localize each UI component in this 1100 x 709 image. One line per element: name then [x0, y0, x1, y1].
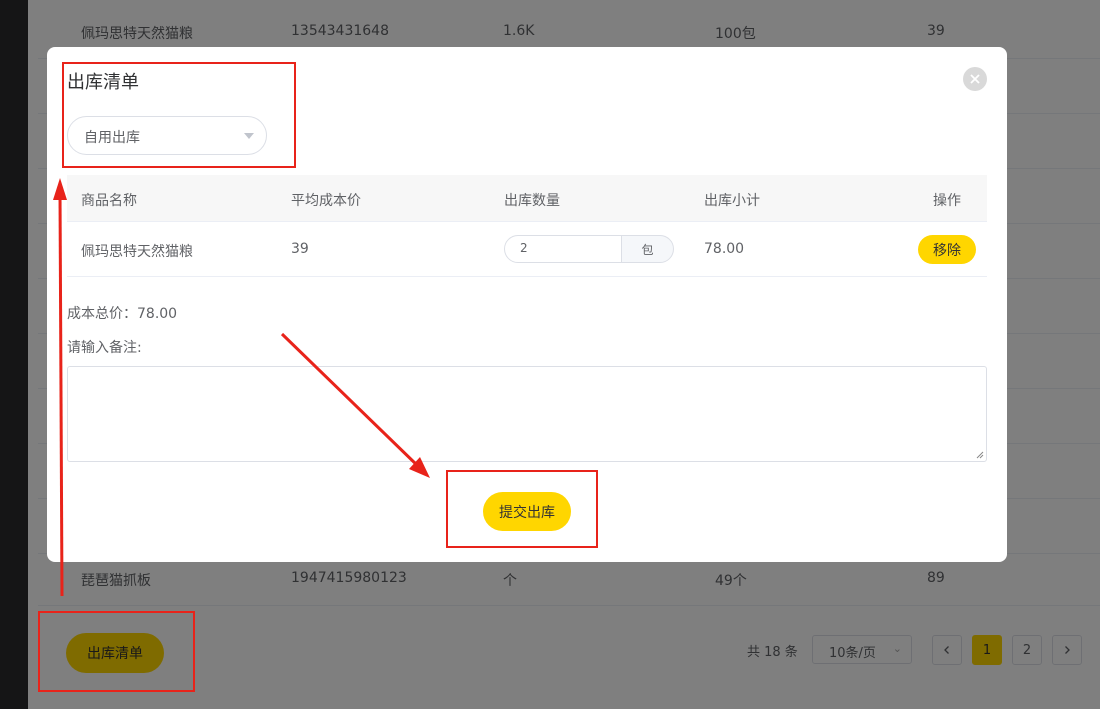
arrow-up-annotation: [53, 178, 67, 597]
arrow-to-submit-annotation: [280, 332, 430, 478]
annotation-arrows: [53, 178, 430, 597]
